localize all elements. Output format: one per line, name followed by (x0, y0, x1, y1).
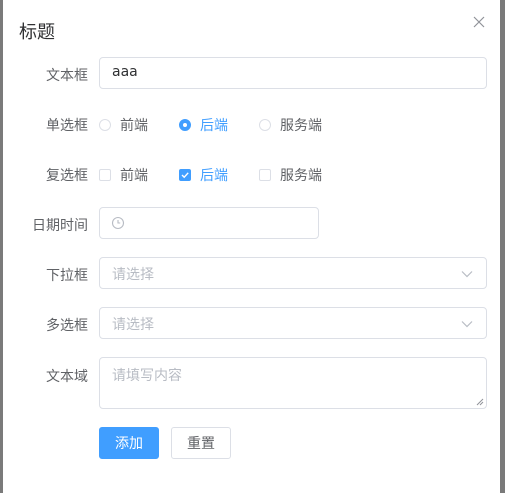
form-row-select: 下拉框 请选择 (3, 257, 500, 289)
checkbox-option-server[interactable]: 服务端 (259, 165, 322, 185)
form-row-checkbox: 复选框 前端 后端 服务端 (3, 165, 500, 185)
datetime-label: 日期时间 (32, 218, 88, 234)
form-row-radio: 单选框 前端 后端 服务端 (3, 115, 500, 135)
text-field-value: aaa (112, 64, 138, 80)
dialog-title: 标题 (19, 22, 55, 43)
form-row-textarea: 文本域 请填写内容 (3, 357, 500, 409)
text-field-input[interactable]: aaa (99, 57, 487, 89)
reset-button[interactable]: 重置 (171, 427, 231, 459)
checkbox-option-backend[interactable]: 后端 (179, 165, 228, 185)
radio-option-server[interactable]: 服务端 (259, 115, 322, 135)
form-row-datetime: 日期时间 (3, 207, 500, 239)
checkbox-option-label: 前端 (120, 168, 148, 184)
checkbox-option-label: 服务端 (280, 168, 322, 184)
multiselect-input[interactable]: 请选择 (99, 307, 487, 339)
textarea-input[interactable]: 请填写内容 (99, 357, 487, 409)
textarea-label: 文本域 (46, 369, 88, 385)
form-row-text: 文本框 aaa (3, 57, 500, 89)
text-field-label: 文本框 (46, 68, 88, 84)
radio-label: 单选框 (46, 118, 88, 134)
check-icon (181, 172, 189, 179)
resize-handle-icon[interactable] (476, 398, 484, 406)
radio-option-label: 前端 (120, 118, 148, 134)
multiselect-label: 多选框 (46, 318, 88, 334)
radio-circle-selected (179, 119, 191, 131)
checkbox-box-checked (179, 169, 191, 181)
select-input[interactable]: 请选择 (99, 257, 487, 289)
form-row-multiselect: 多选框 请选择 (3, 307, 500, 339)
radio-option-label: 后端 (200, 118, 228, 134)
textarea-placeholder: 请填写内容 (112, 368, 182, 384)
add-button[interactable]: 添加 (99, 427, 159, 459)
radio-circle (259, 119, 271, 131)
checkbox-box (99, 169, 111, 181)
radio-circle (99, 119, 111, 131)
radio-option-label: 服务端 (280, 118, 322, 134)
chevron-down-icon (461, 321, 473, 328)
checkbox-box (259, 169, 271, 181)
clock-icon (111, 216, 125, 230)
datetime-input[interactable] (99, 207, 319, 239)
chevron-down-icon (461, 271, 473, 278)
radio-option-frontend[interactable]: 前端 (99, 115, 148, 135)
checkbox-option-frontend[interactable]: 前端 (99, 165, 148, 185)
close-icon[interactable] (471, 14, 487, 30)
dialog: 标题 文本框 aaa 单选框 前端 后端 服务端 复选框 前端 后端 服务端 日… (3, 0, 500, 493)
radio-option-backend[interactable]: 后端 (179, 115, 228, 135)
checkbox-option-label: 后端 (200, 168, 228, 184)
multiselect-placeholder: 请选择 (112, 317, 154, 333)
checkbox-label: 复选框 (46, 168, 88, 184)
overlay-right-strip (500, 0, 505, 493)
select-placeholder: 请选择 (112, 267, 154, 283)
select-label: 下拉框 (46, 268, 88, 284)
